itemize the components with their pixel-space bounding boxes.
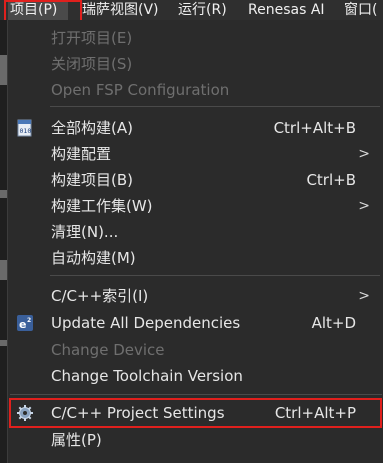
menu-item-label: 自动构建(M)	[51, 249, 136, 267]
svg-text:010: 010	[20, 127, 32, 135]
menu-item-label: 构建项目(B)	[51, 171, 133, 189]
menu-bar: 项目(P) 瑞萨视图(V) 运行(R) Renesas AI 窗口(	[0, 0, 383, 20]
menu-item-label: Change Device	[51, 341, 165, 359]
menu-item-cpp-project-settings[interactable]: C/C++ Project Settings Ctrl+Alt+P	[8, 400, 383, 426]
shortcut-text: Ctrl+Alt+P	[274, 404, 356, 422]
menu-item-properties[interactable]: 属性(P)	[8, 427, 383, 453]
menu-item-update-all-dependencies[interactable]: e 2 Update All Dependencies Alt+D	[8, 310, 383, 336]
menu-item-close-project: 关闭项目(S)	[8, 51, 383, 77]
menu-separator	[10, 394, 382, 395]
submenu-arrow-icon: >	[358, 198, 370, 214]
menu-item-open-project: 打开项目(E)	[8, 25, 383, 51]
menu-item-change-toolchain-version[interactable]: Change Toolchain Version	[8, 363, 383, 389]
menu-window[interactable]: 窗口(	[344, 0, 377, 20]
submenu-arrow-icon: >	[358, 146, 370, 162]
menu-item-label: 属性(P)	[51, 431, 102, 449]
menu-item-label: 关闭项目(S)	[51, 55, 133, 73]
menu-item-label: 全部构建(A)	[51, 119, 133, 137]
menu-item-auto-build[interactable]: 自动构建(M)	[8, 245, 383, 271]
menu-item-label: 构建配置	[51, 145, 112, 163]
menu-renesas-view[interactable]: 瑞萨视图(V)	[82, 0, 159, 20]
menu-run[interactable]: 运行(R)	[178, 0, 227, 20]
menu-item-clean[interactable]: 清理(N)...	[8, 219, 383, 245]
e2-studio-icon: e 2	[16, 314, 34, 332]
menu-item-cpp-index[interactable]: C/C++索引(I) >	[8, 283, 383, 309]
menu-item-open-fsp-configuration: Open FSP Configuration	[8, 77, 383, 103]
background-fragment	[0, 190, 7, 198]
background-fragment	[0, 340, 7, 346]
menu-item-label: Open FSP Configuration	[51, 81, 230, 99]
build-all-icon: 010	[16, 119, 34, 137]
menu-separator	[50, 275, 380, 276]
project-dropdown-menu: 打开项目(E) 关闭项目(S) Open FSP Configuration 0…	[7, 20, 383, 463]
menu-item-label: 构建工作集(W)	[51, 197, 153, 215]
menu-item-label: 清理(N)...	[51, 223, 119, 241]
shortcut-text: Ctrl+B	[306, 171, 356, 189]
background-fragment	[0, 55, 7, 85]
gear-settings-icon	[16, 404, 34, 422]
background-window-edge	[0, 20, 7, 463]
menu-project[interactable]: 项目(P)	[8, 0, 68, 20]
background-fragment	[0, 260, 7, 280]
menu-item-build-project[interactable]: 构建项目(B) Ctrl+B	[8, 167, 383, 193]
menu-item-label: C/C++ Project Settings	[51, 404, 225, 422]
menu-item-build-working-set[interactable]: 构建工作集(W) >	[8, 193, 383, 219]
svg-text:e: e	[19, 318, 26, 331]
menu-item-label: Update All Dependencies	[51, 314, 241, 332]
shortcut-text: Alt+D	[311, 314, 356, 332]
menu-item-change-device: Change Device	[8, 337, 383, 363]
shortcut-text: Ctrl+Alt+B	[273, 119, 356, 137]
menu-item-build-configuration[interactable]: 构建配置 >	[8, 141, 383, 167]
menu-item-label: 打开项目(E)	[51, 29, 133, 47]
menu-item-label: Change Toolchain Version	[51, 367, 243, 385]
menu-item-build-all[interactable]: 010 全部构建(A) Ctrl+Alt+B	[8, 115, 383, 141]
submenu-arrow-icon: >	[358, 288, 370, 304]
menu-renesas-ai[interactable]: Renesas AI	[248, 0, 325, 20]
menu-separator	[50, 106, 380, 107]
menu-item-label: C/C++索引(I)	[51, 287, 149, 305]
svg-text:2: 2	[27, 317, 31, 324]
